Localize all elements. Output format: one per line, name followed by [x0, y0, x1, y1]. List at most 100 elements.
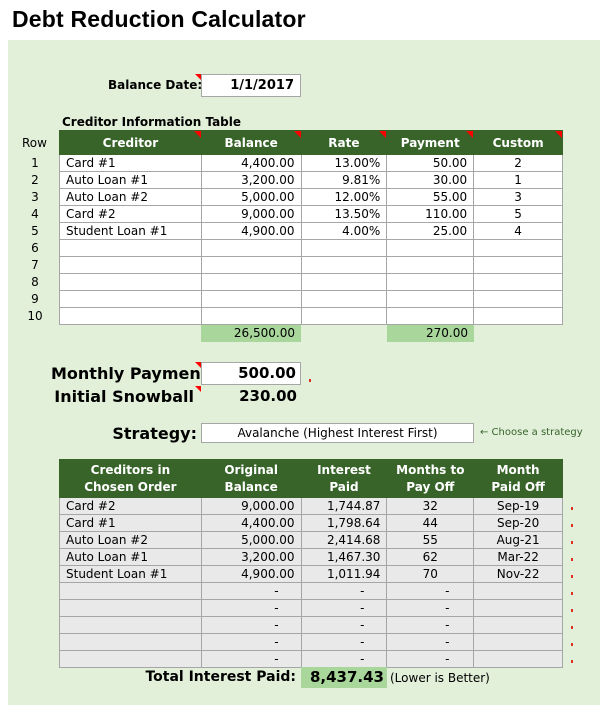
col-header-interest-paid: Interest Paid	[300, 459, 388, 498]
cell-payment[interactable]	[386, 290, 475, 308]
cell-custom[interactable]	[473, 307, 563, 325]
cell-payment[interactable]: 50.00	[386, 154, 475, 172]
strategy-select[interactable]: Avalanche (Highest Interest First)	[201, 423, 474, 443]
cell-original-balance: -	[200, 650, 302, 668]
col-header-original-balance: Original Balance	[200, 459, 302, 498]
cell-custom[interactable]	[473, 239, 563, 257]
cell-creditor[interactable]: Student Loan #1	[59, 222, 202, 240]
cell-payment[interactable]: 110.00	[386, 205, 475, 223]
cell-custom[interactable]	[473, 273, 563, 291]
cell-interest-paid: -	[300, 582, 388, 600]
comment-dot-icon	[571, 575, 573, 578]
cell-balance[interactable]	[200, 290, 302, 308]
cell-payment[interactable]	[386, 239, 475, 257]
cell-payment[interactable]: 55.00	[386, 188, 475, 206]
cell-balance[interactable]: 3,200.00	[200, 171, 302, 189]
cell-rate[interactable]: 13.00%	[300, 154, 388, 172]
cell-rate[interactable]: 9.81%	[300, 171, 388, 189]
cell-balance[interactable]	[200, 256, 302, 274]
col-header-creditors-order: Creditors in Chosen Order	[59, 459, 202, 498]
cell-creditor[interactable]	[59, 256, 202, 274]
cell-original-balance: 9,000.00	[200, 497, 302, 515]
cell-rate[interactable]	[300, 239, 388, 257]
cell-creditor[interactable]: Card #1	[59, 154, 202, 172]
cell-creditor[interactable]	[59, 307, 202, 325]
cell-payment[interactable]: 25.00	[386, 222, 475, 240]
cell-payment[interactable]	[386, 273, 475, 291]
cell-payment[interactable]	[386, 307, 475, 325]
cell-balance[interactable]: 9,000.00	[200, 205, 302, 223]
cell-month-paid-off: Mar-22	[473, 548, 563, 566]
row-number: 1	[31, 156, 39, 170]
cell-month-paid-off: Aug-21	[473, 531, 563, 549]
row-number: 3	[31, 190, 39, 204]
table-row	[59, 273, 563, 291]
table-row: Student Loan #1 4,900.00 4.00% 25.00 4	[59, 222, 563, 240]
cell-months: -	[386, 616, 475, 634]
cell-months: 55	[386, 531, 475, 549]
row-number: 5	[31, 224, 39, 238]
table-row: ---	[59, 650, 563, 668]
cell-month-paid-off	[473, 650, 563, 668]
cell-balance[interactable]	[200, 307, 302, 325]
cell-original-balance: -	[200, 616, 302, 634]
table-row: ---	[59, 582, 563, 600]
cell-payment[interactable]: 30.00	[386, 171, 475, 189]
creditor-table: Creditor Balance Rate Payment Custom Car…	[59, 130, 563, 325]
cell-creditor[interactable]	[59, 273, 202, 291]
cell-months: -	[386, 582, 475, 600]
comment-dot-icon	[571, 643, 573, 646]
page-title: Debt Reduction Calculator	[12, 6, 306, 32]
cell-interest-paid: 1,011.94	[300, 565, 388, 583]
cell-balance[interactable]	[200, 273, 302, 291]
creditor-table-caption: Creditor Information Table	[62, 115, 242, 129]
cell-custom[interactable]	[473, 290, 563, 308]
cell-rate[interactable]	[300, 256, 388, 274]
comment-dot-icon	[571, 507, 573, 510]
cell-months: 32	[386, 497, 475, 515]
balance-date-input[interactable]: 1/1/2017	[201, 74, 301, 97]
cell-original-balance: -	[200, 633, 302, 651]
cell-creditor: Card #1	[59, 514, 202, 532]
initial-snowball-value: 230.00	[239, 387, 297, 405]
cell-balance[interactable]: 4,900.00	[200, 222, 302, 240]
row-number: 7	[31, 258, 39, 272]
cell-custom[interactable]	[473, 256, 563, 274]
cell-months: 44	[386, 514, 475, 532]
table-row: Auto Loan #1 3,200.00 1,467.30 62 Mar-22	[59, 548, 563, 566]
col-header-balance: Balance	[200, 130, 302, 155]
monthly-payment-input[interactable]: 500.00	[201, 362, 301, 385]
row-number: 6	[31, 241, 39, 255]
cell-months: -	[386, 633, 475, 651]
cell-interest-paid: -	[300, 633, 388, 651]
cell-rate[interactable]	[300, 273, 388, 291]
cell-balance[interactable]: 4,400.00	[200, 154, 302, 172]
cell-creditor[interactable]: Card #2	[59, 205, 202, 223]
comment-dot-icon	[571, 592, 573, 595]
comment-indicator-icon	[555, 131, 562, 138]
cell-creditor[interactable]: Auto Loan #2	[59, 188, 202, 206]
cell-custom[interactable]: 4	[473, 222, 563, 240]
cell-rate[interactable]: 4.00%	[300, 222, 388, 240]
cell-creditor[interactable]: Auto Loan #1	[59, 171, 202, 189]
cell-rate[interactable]: 13.50%	[300, 205, 388, 223]
total-interest-label: Total Interest Paid:	[145, 669, 296, 685]
cell-custom[interactable]: 3	[473, 188, 563, 206]
cell-custom[interactable]: 5	[473, 205, 563, 223]
cell-creditor[interactable]	[59, 239, 202, 257]
row-number: 9	[31, 292, 39, 306]
balance-date-label: Balance Date:	[108, 78, 203, 92]
cell-custom[interactable]: 2	[473, 154, 563, 172]
table-row: Auto Loan #2 5,000.00 2,414.68 55 Aug-21	[59, 531, 563, 549]
cell-balance[interactable]: 5,000.00	[200, 188, 302, 206]
comment-indicator-icon	[193, 131, 201, 138]
cell-rate[interactable]	[300, 307, 388, 325]
cell-rate[interactable]: 12.00%	[300, 188, 388, 206]
cell-payment[interactable]	[386, 256, 475, 274]
cell-creditor[interactable]	[59, 290, 202, 308]
cell-balance[interactable]	[200, 239, 302, 257]
strategy-hint: ← Choose a strategy	[480, 427, 583, 438]
cell-custom[interactable]: 1	[473, 171, 563, 189]
cell-creditor	[59, 633, 202, 651]
cell-rate[interactable]	[300, 290, 388, 308]
